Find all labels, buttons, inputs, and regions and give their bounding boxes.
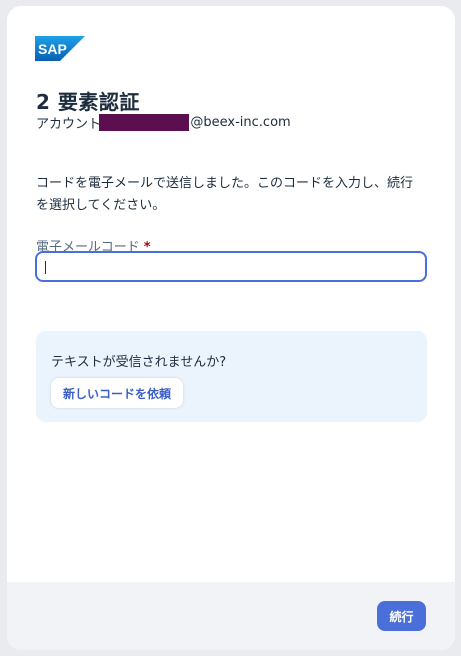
request-new-code-button[interactable]: 新しいコードを依頼 — [51, 378, 184, 408]
redacted-username — [99, 114, 190, 131]
instruction-text: コードを電子メールで送信しました。このコードを入力し、続行を選択してください。 — [36, 176, 414, 213]
email-code-input[interactable] — [35, 251, 427, 282]
resend-prompt: テキストが受信されませんか? — [51, 355, 227, 370]
sap-logo: SAP — [35, 36, 85, 61]
text-caret — [45, 261, 46, 274]
resend-info-box: テキストが受信されませんか? 新しいコードを依頼 — [36, 331, 427, 422]
account-line: アカウント: @beex-inc.com — [36, 113, 291, 132]
page-title: 2 要素認証 — [36, 90, 140, 114]
account-prefix: アカウント: — [36, 117, 106, 132]
card-footer: 続行 — [7, 582, 455, 650]
sap-logo-text: SAP — [38, 41, 67, 57]
login-card: SAP 2 要素認証 アカウント: @beex-inc.com コードを電子メー… — [7, 6, 455, 650]
account-domain: @beex-inc.com — [190, 115, 291, 130]
continue-button[interactable]: 続行 — [377, 601, 426, 631]
